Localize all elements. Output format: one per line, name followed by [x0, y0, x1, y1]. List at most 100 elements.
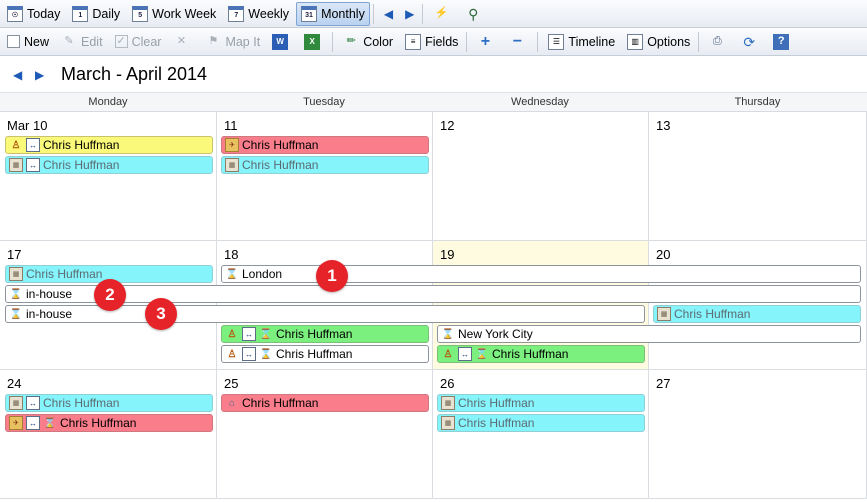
hourglass-icon: ⌛: [9, 288, 23, 300]
day-cell[interactable]: 26: [433, 370, 649, 499]
calendar-event[interactable]: ▦ Chris Huffman: [437, 414, 645, 432]
work-week-button[interactable]: 5 Work Week: [127, 2, 221, 26]
page-title: March - April 2014: [61, 64, 208, 84]
person-icon: ♙: [227, 328, 237, 340]
weekly-button[interactable]: 7 Weekly: [223, 2, 294, 26]
day-header: Thursday: [734, 96, 781, 108]
filter-icon: ⚡: [434, 7, 449, 19]
calendar-event[interactable]: ▦ ↔ Chris Huffman: [5, 156, 213, 174]
previous-button[interactable]: ◀: [379, 2, 398, 26]
calendar-week-icon: 7: [228, 5, 245, 22]
calendar-work-week-icon: 5: [132, 5, 149, 22]
callout-badge: 3: [145, 298, 177, 330]
toolbar-separator: [332, 31, 334, 52]
previous-month-icon[interactable]: ◀: [13, 68, 22, 82]
calendar-event[interactable]: ♙ ↔ ⌛ Chris Huffman: [221, 345, 429, 363]
arrow-right-icon: ▶: [405, 6, 415, 21]
map-pin-icon: ⚑: [208, 35, 219, 47]
toolbar-separator: [466, 31, 468, 52]
calendar-event[interactable]: ⌂ Chris Huffman: [221, 394, 429, 412]
person-icon: ♙: [227, 348, 237, 360]
day-cell[interactable]: 27: [649, 370, 867, 499]
monthly-button[interactable]: 31 Monthly: [296, 1, 370, 26]
edit-button[interactable]: ✎ Edit: [56, 30, 108, 54]
vacation-icon: ✈: [225, 138, 239, 152]
day-cell[interactable]: 13: [649, 112, 867, 241]
help-button[interactable]: ?: [768, 30, 798, 54]
person-icon: ♙: [11, 139, 21, 151]
hourglass-icon: ⌛: [475, 348, 489, 360]
map-it-button[interactable]: ⚑ Map It: [200, 30, 265, 54]
delete-button[interactable]: ✕: [168, 30, 198, 54]
calendar-event[interactable]: ♙ ↔ ⌛ Chris Huffman: [221, 325, 429, 343]
calendar-event-multiday[interactable]: ⌛ New York City: [437, 325, 861, 343]
next-button[interactable]: ▶: [400, 2, 419, 26]
timeline-button[interactable]: ☰ Timeline: [543, 30, 620, 54]
day-header: Tuesday: [303, 96, 345, 108]
toolbar-separator: [372, 3, 374, 24]
excel-export-button[interactable]: X: [299, 30, 329, 54]
calendar-event[interactable]: ♙ ↔ ⌛ Chris Huffman: [437, 345, 645, 363]
refresh-button[interactable]: ⟳: [736, 30, 766, 54]
day-cell[interactable]: 24: [0, 370, 217, 499]
printer-icon: ⎙: [712, 35, 722, 47]
color-pencil-icon: ✏: [346, 35, 356, 47]
date-label: Mar 10: [7, 118, 48, 133]
fields-icon: ≡: [405, 33, 422, 50]
new-item-icon: [7, 35, 20, 48]
excel-icon: X: [304, 33, 321, 50]
building-icon: ▦: [9, 267, 23, 281]
daily-button[interactable]: 1 Daily: [67, 2, 125, 26]
date-label: 19: [440, 247, 455, 262]
options-button[interactable]: ▥ Options: [622, 30, 695, 54]
zoom-out-button[interactable]: −: [504, 30, 534, 54]
toolbar-separator: [698, 31, 700, 52]
calendar-event-multiday[interactable]: ⌛ in-house: [5, 285, 861, 303]
delete-icon: ✕: [176, 35, 187, 47]
recurrence-icon: ↔: [26, 396, 40, 410]
month-grid: Mar 10 11 12 13 17 18 19 20 24 25 26 27 …: [0, 112, 867, 502]
day-cell[interactable]: 12: [433, 112, 649, 241]
filter-button[interactable]: ⚡: [428, 2, 458, 26]
day-cell[interactable]: 11: [217, 112, 433, 241]
toolbar-separator: [537, 31, 539, 52]
calendar-event[interactable]: ♙ ↔ Chris Huffman: [5, 136, 213, 154]
action-toolbar: New ✎ Edit ✓ Clear ✕ ⚑ Map It W X ✏ Colo…: [0, 28, 867, 56]
print-button[interactable]: ⎙: [704, 30, 734, 54]
help-icon: ?: [773, 33, 790, 50]
calendar-event[interactable]: ▦ Chris Huffman: [653, 305, 861, 323]
clear-button[interactable]: ✓ Clear: [110, 30, 167, 54]
today-button[interactable]: ☉ Today: [2, 2, 65, 26]
color-button[interactable]: ✏ Color: [338, 30, 398, 54]
hourglass-icon: ⌛: [9, 308, 23, 320]
date-label: 11: [224, 118, 238, 133]
calendar-day-icon: 1: [72, 5, 89, 22]
new-button[interactable]: New: [2, 30, 54, 54]
day-header: Wednesday: [511, 96, 569, 108]
recurrence-icon: ↔: [242, 347, 256, 361]
calendar-event[interactable]: ▦ Chris Huffman: [221, 156, 429, 174]
date-label: 27: [656, 376, 671, 391]
building-icon: ▦: [9, 396, 23, 410]
calendar-event[interactable]: ▦ ↔ Chris Huffman: [5, 394, 213, 412]
word-export-button[interactable]: W: [267, 30, 297, 54]
pencil-icon: ✎: [64, 35, 74, 47]
calendar-event[interactable]: ✈ Chris Huffman: [221, 136, 429, 154]
fields-button[interactable]: ≡ Fields: [400, 30, 463, 54]
date-label: 12: [440, 118, 455, 133]
find-button[interactable]: ⚲: [460, 2, 490, 26]
checkbox-icon: ✓: [114, 35, 128, 48]
day-cell[interactable]: 25: [217, 370, 433, 499]
day-cell[interactable]: Mar 10: [0, 112, 217, 241]
date-label: 24: [7, 376, 22, 391]
recurrence-icon: ↔: [26, 416, 40, 430]
calendar-header: ◀ ▶ March - April 2014: [0, 56, 867, 92]
recurrence-icon: ↔: [458, 347, 472, 361]
next-month-icon[interactable]: ▶: [35, 68, 44, 82]
toolbar-separator: [422, 3, 424, 24]
calendar-event[interactable]: ✈ ↔ ⌛ Chris Huffman: [5, 414, 213, 432]
calendar-today-icon: ☉: [7, 5, 23, 22]
calendar-event[interactable]: ▦ Chris Huffman: [437, 394, 645, 412]
zoom-in-button[interactable]: +: [472, 30, 502, 54]
day-header: Monday: [88, 96, 128, 108]
